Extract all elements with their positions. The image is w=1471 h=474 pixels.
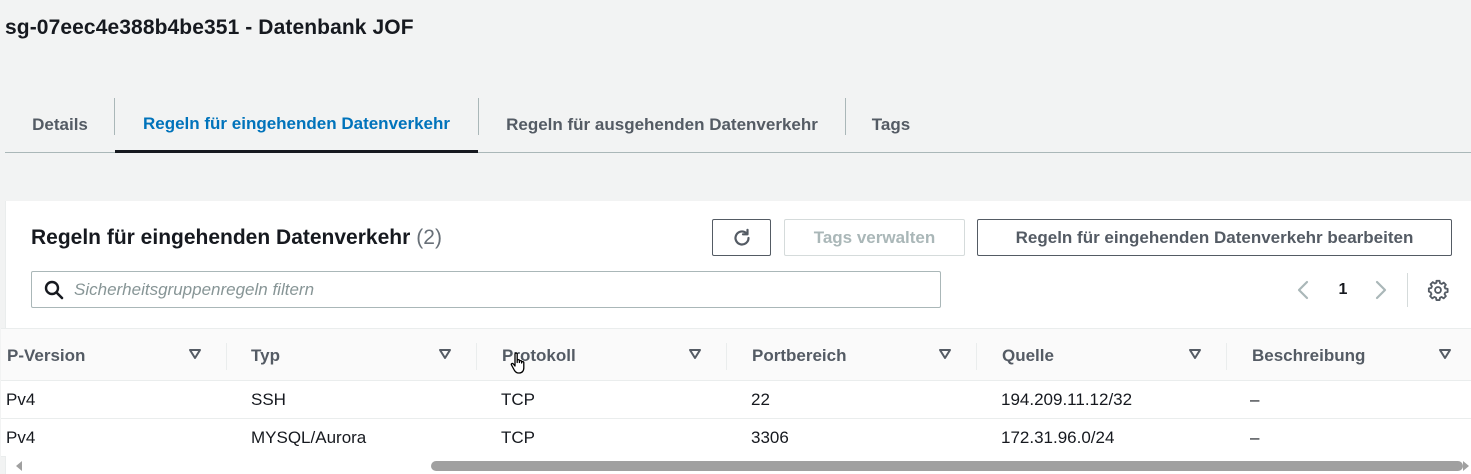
column-header-description[interactable]: Beschreibung: [1252, 329, 1365, 382]
cell-ip-version: Pv4: [6, 389, 36, 409]
next-page-button[interactable]: [1371, 277, 1391, 303]
panel-title-text: Regeln für eingehenden Datenverkehr: [31, 226, 411, 249]
column-header-ip-version[interactable]: P-Version: [7, 329, 85, 382]
manage-tags-button[interactable]: Tags verwalten: [784, 219, 965, 256]
sort-caret-down-icon[interactable]: [688, 348, 702, 360]
sort-caret-down-icon[interactable]: [938, 348, 952, 360]
cell-description: –: [1250, 427, 1260, 447]
column-separator[interactable]: [476, 343, 477, 370]
refresh-button[interactable]: [712, 219, 771, 256]
cell-port-range: 3306: [751, 427, 789, 447]
preferences-button[interactable]: [1426, 278, 1450, 302]
column-separator[interactable]: [1226, 343, 1227, 370]
cell-protocol: TCP: [501, 389, 535, 409]
hand-pointer-cursor: [510, 352, 525, 374]
column-header-source[interactable]: Quelle: [1002, 329, 1054, 382]
panel-title: Regeln für eingehenden Datenverkehr (2): [31, 226, 442, 250]
search-input[interactable]: [74, 274, 924, 305]
scroll-left-arrow-icon[interactable]: [14, 460, 24, 472]
search-icon: [44, 280, 64, 299]
tab-tags[interactable]: Tags: [846, 98, 936, 152]
pagination-separator: [1407, 273, 1408, 307]
cell-type: MYSQL/Aurora: [251, 427, 367, 447]
inbound-rules-panel: Regeln für eingehenden Datenverkehr (2) T…: [1, 201, 1471, 474]
tab-details[interactable]: Details: [5, 98, 115, 152]
edit-inbound-rules-button[interactable]: Regeln für eingehenden Datenverkehr bear…: [977, 219, 1452, 256]
cell-protocol: TCP: [501, 427, 535, 447]
column-separator[interactable]: [226, 343, 227, 370]
cell-port-range: 22: [751, 389, 770, 409]
tab-bar: Details Regeln für eingehenden Datenverk…: [5, 98, 1471, 153]
sort-caret-down-icon[interactable]: [188, 348, 202, 360]
search-field[interactable]: [31, 271, 941, 308]
cell-source: 194.209.11.12/32: [1001, 389, 1133, 409]
column-separator[interactable]: [726, 343, 727, 370]
tab-inbound-rules[interactable]: Regeln für eingehenden Datenverkehr: [115, 98, 478, 153]
rule-count: (2): [416, 226, 442, 249]
page-title: sg-07eec4e388b4be351 - Datenbank JOF: [5, 16, 414, 39]
tab-outbound-rules[interactable]: Regeln für ausgehenden Datenverkehr: [479, 98, 845, 152]
sort-caret-down-icon[interactable]: [1188, 348, 1202, 360]
cell-ip-version: Pv4: [6, 427, 36, 447]
chevron-right-icon: [1375, 280, 1387, 300]
cell-source: 172.31.96.0/24: [1001, 427, 1115, 447]
column-header-port-range[interactable]: Portbereich: [752, 329, 846, 382]
sort-caret-down-icon[interactable]: [438, 348, 452, 360]
sort-caret-down-icon[interactable]: [1438, 348, 1452, 360]
cell-description: –: [1250, 389, 1260, 409]
table-row[interactable]: Pv4 MYSQL/Aurora TCP 3306 172.31.96.0/24…: [1, 419, 1471, 457]
chevron-left-icon: [1297, 280, 1309, 300]
scrollbar-thumb[interactable]: [431, 461, 1463, 471]
previous-page-button[interactable]: [1293, 277, 1313, 303]
table-row[interactable]: Pv4 SSH TCP 22 194.209.11.12/32 –: [1, 381, 1471, 419]
scroll-right-arrow-icon[interactable]: [1461, 460, 1471, 472]
refresh-icon: [733, 228, 750, 246]
cell-type: SSH: [251, 389, 286, 409]
gear-icon: [1427, 279, 1449, 301]
column-header-type[interactable]: Typ: [251, 329, 280, 382]
table-header: P-Version Typ Protokoll Portbereich Quel…: [1, 328, 1471, 381]
column-separator[interactable]: [976, 343, 977, 370]
page-number[interactable]: 1: [1333, 277, 1353, 303]
horizontal-scrollbar[interactable]: [6, 456, 1471, 474]
